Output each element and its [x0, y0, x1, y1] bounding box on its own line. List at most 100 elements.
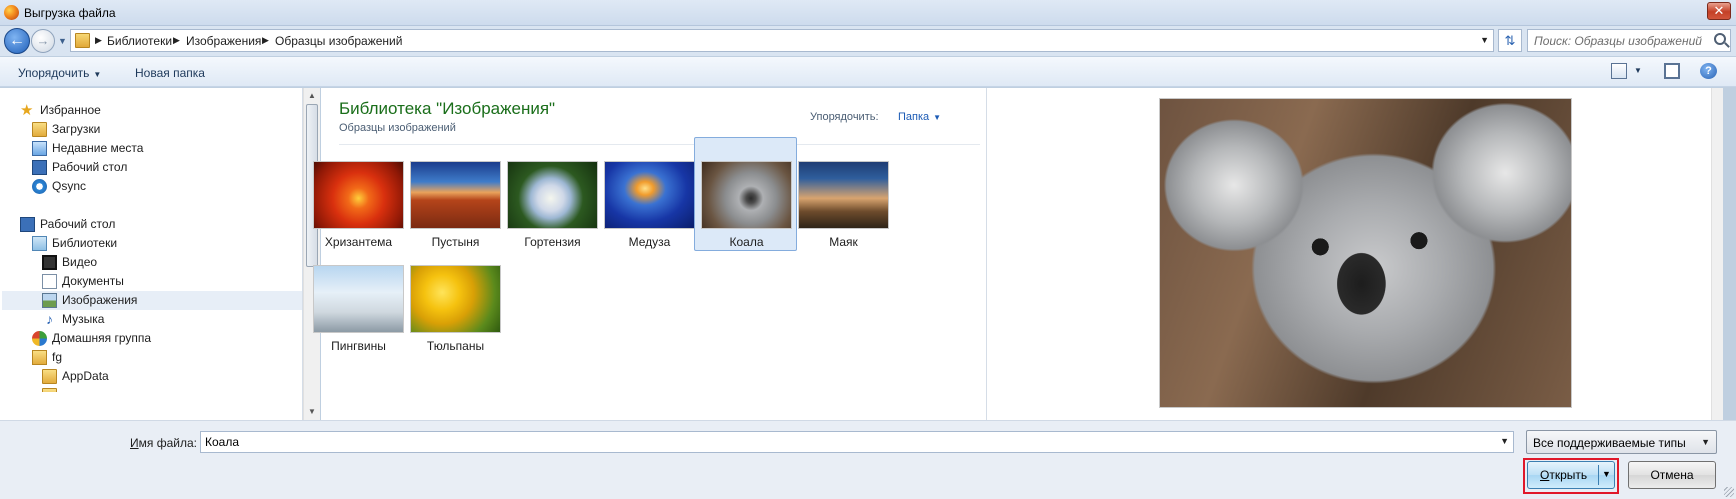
- file-item-koala[interactable]: Коала: [694, 137, 797, 251]
- sidebar-item-appdata[interactable]: AppData: [42, 367, 292, 386]
- chevron-right-icon[interactable]: ▶: [173, 35, 180, 46]
- file-item-lighthouse[interactable]: Маяк: [791, 137, 894, 251]
- desktop-icon: [32, 160, 47, 175]
- library-title: Библиотека "Изображения": [339, 99, 556, 118]
- view-dropdown-icon[interactable]: ▼: [1634, 66, 1642, 82]
- folder-icon: [42, 369, 57, 384]
- title-bar: Выгрузка файла ✕: [0, 0, 1736, 26]
- sidebar-item-label: Библиотеки: [52, 236, 118, 250]
- user-folder-icon: [32, 350, 47, 365]
- organize-menu[interactable]: Упорядочить ▼: [18, 66, 101, 80]
- scroll-down-icon[interactable]: ▼: [304, 404, 320, 420]
- file-name: Пингвины: [331, 339, 386, 353]
- address-bar[interactable]: ▶ Библиотеки ▶ Изображения ▶ Образцы изо…: [70, 29, 1494, 52]
- scroll-up-icon[interactable]: ▲: [304, 88, 320, 104]
- sidebar-item-qsync[interactable]: Qsync: [32, 177, 292, 196]
- search-input[interactable]: [1534, 32, 1706, 49]
- filename-dropdown-icon[interactable]: ▼: [1500, 436, 1509, 446]
- preview-pane-icon[interactable]: [1664, 63, 1680, 79]
- search-icon[interactable]: [1714, 33, 1726, 45]
- sidebar-item-fg[interactable]: fg: [32, 348, 292, 367]
- filename-input[interactable]: [205, 434, 1485, 450]
- sidebar-item-label: Музыка: [62, 312, 105, 326]
- jellyfish-thumbnail: [604, 161, 695, 229]
- sidebar-item-favorites[interactable]: ★ Избранное: [20, 101, 280, 120]
- file-type-value: Все поддерживаемые типы: [1533, 436, 1686, 450]
- sidebar-item-partial[interactable]: [42, 386, 62, 392]
- recent-locations-dropdown[interactable]: ▼: [58, 34, 68, 48]
- help-icon[interactable]: ?: [1700, 63, 1717, 79]
- qsync-icon: [32, 179, 47, 194]
- preview-pane: [986, 88, 1723, 420]
- resize-grip[interactable]: [1724, 487, 1734, 497]
- recent-places-icon: [32, 141, 47, 156]
- desktop-icon: [20, 217, 35, 232]
- sidebar-item-pictures[interactable]: Изображения: [2, 291, 302, 310]
- breadcrumb-pictures[interactable]: Изображения: [186, 34, 261, 48]
- open-dropdown-icon[interactable]: ▼: [1602, 469, 1611, 479]
- chevron-right-icon[interactable]: ▶: [262, 35, 269, 46]
- forward-arrow-icon: →: [36, 33, 50, 48]
- filename-label: Имя файла:: [130, 436, 197, 450]
- sidebar-item-video[interactable]: Видео: [42, 253, 292, 272]
- file-item-tulips[interactable]: Тюльпаны: [403, 264, 506, 378]
- filename-label-text: мя файла:: [138, 436, 197, 450]
- open-button[interactable]: Открыть ▼: [1527, 461, 1615, 489]
- breadcrumb-sample-pictures[interactable]: Образцы изображений: [275, 34, 402, 48]
- file-type-select[interactable]: Все поддерживаемые типы ▼: [1526, 430, 1717, 454]
- file-item-penguins[interactable]: Пингвины: [306, 264, 409, 378]
- file-item-jellyfish[interactable]: Медуза: [597, 137, 700, 251]
- homegroup-icon: [32, 331, 47, 346]
- refresh-button[interactable]: ⇅: [1498, 29, 1522, 52]
- filename-field[interactable]: ▼: [200, 431, 1514, 453]
- file-item-desert[interactable]: Пустыня: [403, 137, 506, 251]
- organize-label: Упорядочить: [18, 66, 90, 80]
- address-dropdown-icon[interactable]: ▼: [1480, 35, 1489, 45]
- arrange-by-dropdown[interactable]: Папка ▼: [898, 111, 941, 123]
- file-name: Хризантема: [324, 235, 393, 249]
- sidebar-item-downloads[interactable]: Загрузки: [32, 120, 292, 139]
- arrange-by-value: Папка: [898, 111, 930, 123]
- sidebar-item-label: Документы: [62, 274, 124, 288]
- cancel-button[interactable]: Отмена: [1628, 461, 1716, 489]
- sidebar-item-music[interactable]: ♪ Музыка: [42, 310, 292, 329]
- dialog-footer: Имя файла: ▼ Все поддерживаемые типы ▼ О…: [0, 420, 1736, 499]
- chevron-down-icon: ▼: [1701, 437, 1710, 447]
- file-name: Пустыня: [431, 235, 480, 249]
- back-button[interactable]: ←: [4, 28, 30, 54]
- sidebar-item-homegroup[interactable]: Домашняя группа: [32, 329, 292, 348]
- filename-label-mnemonic: И: [130, 436, 139, 450]
- preview-scrollbar[interactable]: [1711, 88, 1723, 420]
- libraries-icon: [32, 236, 47, 251]
- forward-button[interactable]: →: [31, 29, 55, 53]
- pictures-library-icon: [42, 293, 57, 308]
- sidebar-item-documents[interactable]: Документы: [42, 272, 292, 291]
- firefox-icon: [4, 5, 19, 20]
- chrysanthemum-thumbnail: [313, 161, 404, 229]
- koala-thumbnail: [701, 161, 792, 229]
- arrange-by-label: Упорядочить:: [810, 111, 879, 123]
- sidebar-item-label: Рабочий стол: [52, 160, 128, 174]
- new-folder-button[interactable]: Новая папка: [135, 66, 205, 80]
- file-name: Гортензия: [524, 235, 581, 249]
- sidebar-item-label: Видео: [62, 255, 98, 269]
- sidebar-item-recent-places[interactable]: Недавние места: [32, 139, 292, 158]
- sidebar-item-label: Избранное: [40, 103, 101, 117]
- file-item-hydrangea[interactable]: Гортензия: [500, 137, 603, 251]
- sidebar-item-desktop-favorite[interactable]: Рабочий стол: [32, 158, 292, 177]
- change-view-icon[interactable]: [1611, 63, 1627, 79]
- sidebar-item-label: Домашняя группа: [52, 331, 152, 345]
- close-button[interactable]: ✕: [1707, 2, 1731, 20]
- sidebar-item-desktop[interactable]: Рабочий стол: [20, 215, 280, 234]
- file-name: Маяк: [829, 235, 858, 249]
- sidebar-item-label: Недавние места: [52, 141, 144, 155]
- sidebar-item-libraries[interactable]: Библиотеки: [32, 234, 292, 253]
- search-box[interactable]: [1527, 29, 1731, 52]
- chevron-right-icon[interactable]: ▶: [95, 35, 102, 46]
- file-item-chrysanthemum[interactable]: Хризантема: [306, 137, 409, 251]
- breadcrumb-libraries[interactable]: Библиотеки: [107, 34, 172, 48]
- documents-library-icon: [42, 274, 57, 289]
- address-row: ← → ▼ ▶ Библиотеки ▶ Изображения ▶ Образ…: [0, 26, 1736, 56]
- sidebar-item-label: Загрузки: [52, 122, 101, 136]
- penguins-thumbnail: [313, 265, 404, 333]
